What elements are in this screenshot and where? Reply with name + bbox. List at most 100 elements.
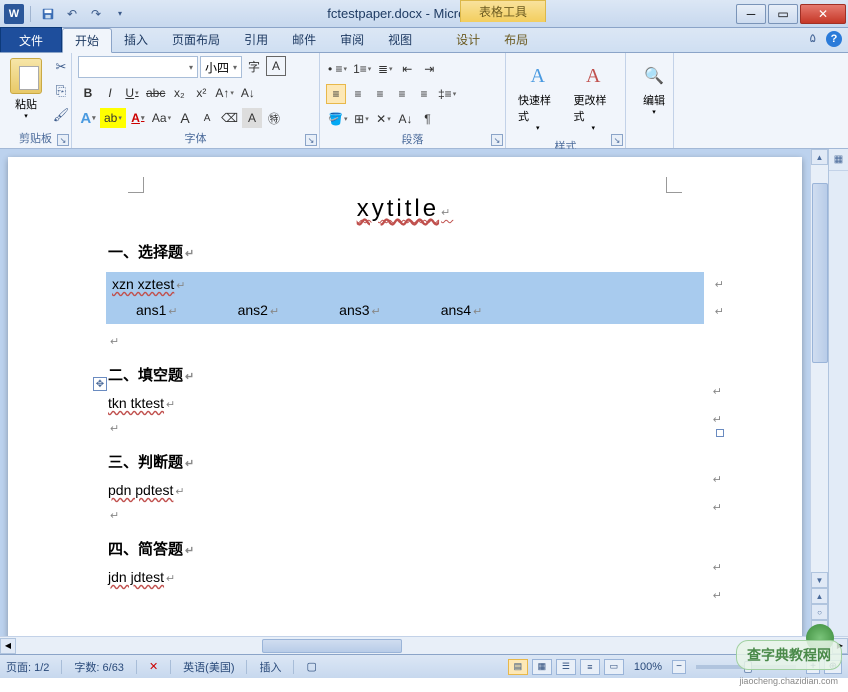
hscroll-thumb[interactable] — [262, 639, 402, 653]
proofing-status[interactable]: ✕ — [149, 660, 158, 673]
borders-button[interactable]: ⊞ — [351, 109, 371, 129]
table-move-handle[interactable]: ✥ — [93, 377, 107, 391]
font-launcher[interactable]: ↘ — [305, 134, 317, 146]
scroll-up-button[interactable]: ▲ — [811, 149, 828, 165]
table-layout-tab[interactable]: 布局 — [492, 27, 540, 52]
grow-font2-button[interactable]: A — [175, 108, 195, 128]
section-heading[interactable]: 四、简答题 — [108, 538, 702, 559]
body-text[interactable]: tkn tktest — [108, 395, 702, 411]
underline-button[interactable]: U — [122, 83, 142, 103]
document-viewport[interactable]: xytitle 一、选择题 xzn xztest↵ ans1 ans2 ans3… — [0, 149, 810, 636]
paste-button[interactable]: 粘贴 ▾ — [6, 56, 46, 122]
align-center-button[interactable]: ≡ — [348, 84, 368, 104]
page-indicator[interactable]: 页面: 1/2 — [6, 659, 49, 675]
close-button[interactable]: ✕ — [800, 4, 846, 24]
font-color-button[interactable]: A — [128, 108, 148, 128]
decrease-indent-button[interactable]: ⇤ — [397, 59, 417, 79]
numbering-button[interactable]: 1≡ — [351, 59, 373, 79]
highlight-button[interactable]: ab — [100, 108, 126, 128]
section-heading[interactable]: 一、选择题 — [108, 241, 702, 262]
styles-launcher[interactable]: ↘ — [611, 134, 623, 146]
fullscreen-view[interactable]: ▦ — [532, 659, 552, 675]
distribute-button[interactable]: ≡ — [414, 84, 434, 104]
scroll-thumb[interactable] — [812, 183, 828, 363]
file-tab[interactable]: 文件 — [0, 27, 62, 52]
quick-styles-button[interactable]: A 快速样式 ▾ — [512, 56, 564, 136]
change-case-button[interactable]: Aa — [150, 108, 173, 128]
insert-tab[interactable]: 插入 — [112, 27, 160, 52]
increase-indent-button[interactable]: ⇥ — [419, 59, 439, 79]
table-cell[interactable]: ans1 — [136, 302, 178, 318]
line-spacing-button[interactable]: ‡≡ — [436, 84, 458, 104]
undo-button[interactable]: ↶ — [61, 3, 83, 25]
table-resize-handle[interactable] — [716, 429, 724, 437]
save-button[interactable] — [37, 3, 59, 25]
view-tab[interactable]: 视图 — [376, 27, 424, 52]
insert-mode[interactable]: 插入 — [259, 659, 281, 675]
empty-paragraph[interactable] — [108, 419, 702, 435]
clear-format-button[interactable]: ⌫ — [219, 108, 240, 128]
justify-button[interactable]: ≡ — [392, 84, 412, 104]
zoom-out-button[interactable]: − — [672, 660, 686, 674]
grow-font-button[interactable]: A↑ — [213, 83, 236, 103]
change-styles-button[interactable]: A 更改样式 ▾ — [568, 56, 620, 136]
shading-button[interactable]: 🪣 — [326, 109, 349, 129]
body-text[interactable]: jdn jdtest — [108, 569, 702, 585]
macro-record-button[interactable]: ▢ — [306, 660, 316, 673]
align-left-button[interactable]: ≡ — [326, 84, 346, 104]
horizontal-scrollbar[interactable] — [18, 638, 830, 654]
cut-button[interactable]: ✂ — [50, 56, 72, 78]
format-painter-button[interactable]: 🖌 — [50, 104, 72, 126]
prev-page-button[interactable]: ▲ — [811, 588, 828, 604]
enclose-char-button[interactable]: ㊕ — [264, 108, 284, 128]
word-app-icon[interactable]: W — [4, 4, 24, 24]
browse-object-button[interactable]: ○ — [811, 604, 828, 620]
outline-view[interactable]: ≡ — [580, 659, 600, 675]
redo-button[interactable]: ↷ — [85, 3, 107, 25]
font-size-combo[interactable]: 小四▾ — [200, 56, 242, 78]
table-cell[interactable]: ans2 — [238, 302, 280, 318]
shrink-font-button[interactable]: A↓ — [238, 83, 258, 103]
references-tab[interactable]: 引用 — [232, 27, 280, 52]
shrink-font2-button[interactable]: A — [197, 108, 217, 128]
minimize-ribbon-button[interactable]: ۵ — [810, 31, 816, 47]
clipboard-launcher[interactable]: ↘ — [57, 134, 69, 146]
web-layout-view[interactable]: ☰ — [556, 659, 576, 675]
subscript-button[interactable]: x₂ — [169, 83, 189, 103]
section-heading[interactable]: 二、填空题 — [108, 364, 702, 385]
table-cell[interactable]: ans3 — [339, 302, 381, 318]
maximize-button[interactable]: ▭ — [768, 4, 798, 24]
mailings-tab[interactable]: 邮件 — [280, 27, 328, 52]
ruler-toggle[interactable]: ▦ — [829, 149, 848, 171]
table-design-tab[interactable]: 设计 — [444, 27, 492, 52]
document-title[interactable]: xytitle — [108, 195, 702, 223]
page-layout-tab[interactable]: 页面布局 — [160, 27, 232, 52]
print-layout-view[interactable]: ▤ — [508, 659, 528, 675]
draft-view[interactable]: ▭ — [604, 659, 624, 675]
document-page[interactable]: xytitle 一、选择题 xzn xztest↵ ans1 ans2 ans3… — [8, 157, 802, 636]
empty-paragraph[interactable] — [108, 506, 702, 522]
char-shading-button[interactable]: A — [242, 108, 262, 128]
word-count[interactable]: 字数: 6/63 — [74, 659, 124, 675]
superscript-button[interactable]: x² — [191, 83, 211, 103]
multilevel-list-button[interactable]: ≣ — [375, 59, 395, 79]
help-button[interactable]: ? — [826, 31, 842, 47]
editing-button[interactable]: 🔍 编辑 ▾ — [632, 56, 676, 120]
paragraph-launcher[interactable]: ↘ — [491, 134, 503, 146]
table-cell[interactable]: ans4 — [441, 302, 483, 318]
italic-button[interactable]: I — [100, 83, 120, 103]
scroll-down-button[interactable]: ▼ — [811, 572, 828, 588]
char-border-button[interactable]: A — [266, 56, 286, 76]
zoom-level[interactable]: 100% — [634, 661, 662, 673]
bold-button[interactable]: B — [78, 83, 98, 103]
language-indicator[interactable]: 英语(美国) — [183, 659, 234, 675]
font-name-combo[interactable]: ▾ — [78, 56, 198, 78]
scroll-left-button[interactable]: ◀ — [0, 638, 16, 654]
align-right-button[interactable]: ≡ — [370, 84, 390, 104]
section-heading[interactable]: 三、判断题 — [108, 451, 702, 472]
strikethrough-button[interactable]: abc — [144, 83, 167, 103]
minimize-button[interactable]: ─ — [736, 4, 766, 24]
review-tab[interactable]: 审阅 — [328, 27, 376, 52]
sort-button[interactable]: A↓ — [395, 109, 415, 129]
bullets-button[interactable]: • ≡ — [326, 59, 349, 79]
